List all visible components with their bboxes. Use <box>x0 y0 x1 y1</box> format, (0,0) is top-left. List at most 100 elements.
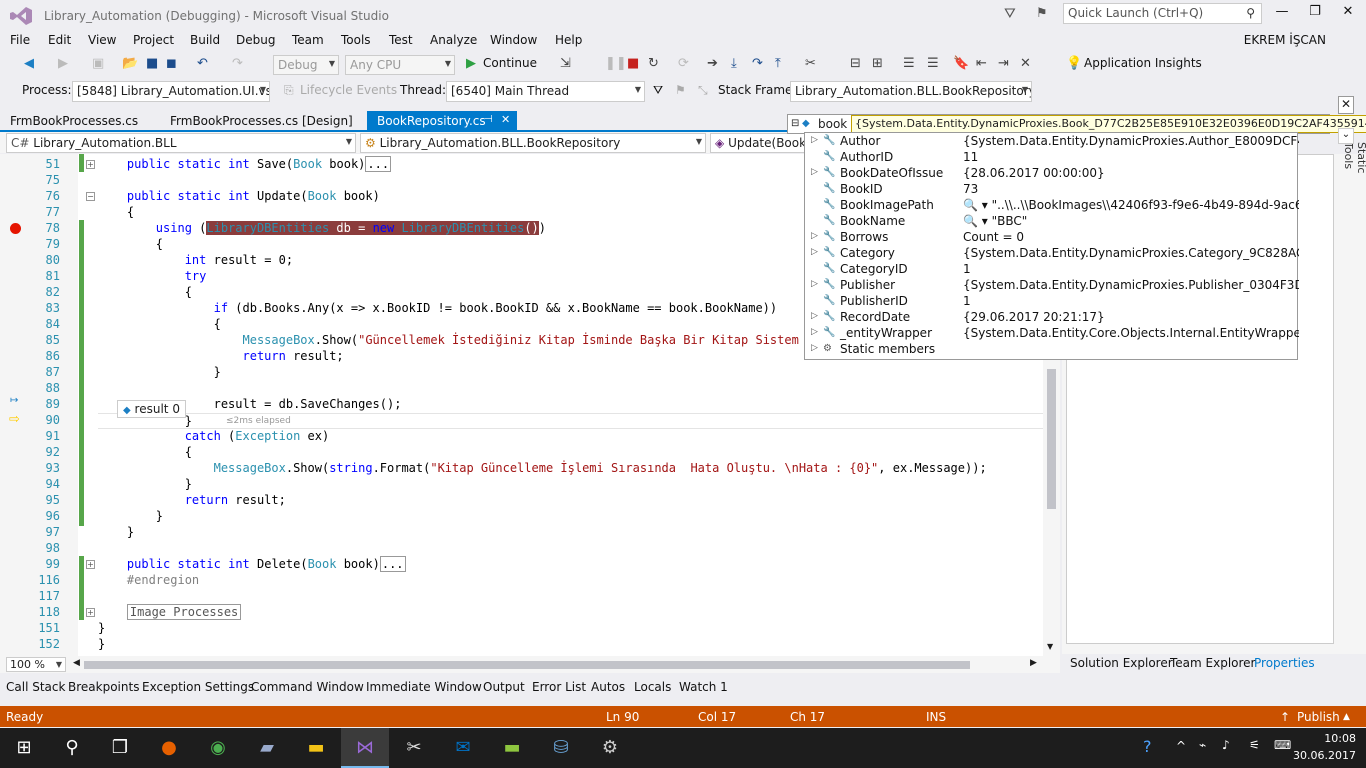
publish-arrow-icon[interactable]: ↑ <box>1280 710 1290 724</box>
tab-team-explorer[interactable]: Team Explorer <box>1170 656 1256 670</box>
breakpoint-toggle-icon[interactable]: ✂ <box>805 56 816 71</box>
help-icon[interactable]: ? <box>1143 737 1152 756</box>
back-icon[interactable]: ◀ <box>24 56 34 71</box>
code-line[interactable]: Image Processes <box>98 604 242 620</box>
indent-icon[interactable]: ☰ <box>903 56 915 71</box>
stop-icon[interactable]: ■ <box>627 56 639 71</box>
member-value[interactable]: 11 <box>963 150 1299 164</box>
comment-icon[interactable]: ⊟ <box>850 56 861 71</box>
firefox-icon[interactable]: ● <box>145 728 193 768</box>
tab-solution-explorer[interactable]: Solution Explorer <box>1070 656 1173 670</box>
code-line[interactable]: public static int Delete(Book book)... <box>98 556 406 572</box>
member-value[interactable]: 🔍 ▾ "BBC" <box>963 214 1299 228</box>
uncomment-icon[interactable]: ⊞ <box>872 56 883 71</box>
sql-icon[interactable]: ⛁ <box>537 728 585 768</box>
code-line[interactable]: public static int Update(Book book) <box>98 189 380 203</box>
member-value[interactable]: {28.06.2017 00:00:00} <box>963 166 1299 180</box>
member-value[interactable]: 1 <box>963 294 1299 308</box>
folder-icon[interactable]: ▬ <box>488 728 536 768</box>
outlook-icon[interactable]: ✉ <box>439 728 487 768</box>
quick-launch-input[interactable]: Quick Launch (Ctrl+Q) ⚲ <box>1063 3 1262 24</box>
tab-frmbookprocesses-cs[interactable]: FrmBookProcesses.cs <box>0 111 148 131</box>
app-insights-icon[interactable]: 💡 <box>1066 56 1082 71</box>
datatip-header[interactable]: ⊟ ◆ book {System.Data.Entity.DynamicProx… <box>787 114 1366 134</box>
clock-time[interactable]: 10:08 <box>1324 732 1356 745</box>
menu-analyze[interactable]: Analyze <box>430 33 477 47</box>
code-line[interactable]: { <box>98 205 134 219</box>
type-dropdown[interactable]: ⚙ Library_Automation.BLL.BookRepository ▼ <box>360 133 706 153</box>
code-line[interactable]: { <box>98 285 192 299</box>
tab-call-stack[interactable]: Call Stack <box>6 680 65 694</box>
datatip-member-row[interactable]: 🔧 BookID 73 <box>805 181 1299 197</box>
expand-region-icon[interactable]: + <box>86 608 95 617</box>
app-icon[interactable]: ▰ <box>243 728 291 768</box>
expand-member-icon[interactable]: ▷ <box>811 231 818 241</box>
member-value[interactable]: {System.Data.Entity.DynamicProxies.Publi… <box>963 278 1299 292</box>
redo-icon[interactable]: ↷ <box>232 56 243 71</box>
zoom-dropdown[interactable]: 100 % ▼ <box>6 657 66 672</box>
breakpoint-icon[interactable] <box>10 223 21 234</box>
member-value[interactable]: {29.06.2017 20:21:17} <box>963 310 1299 324</box>
hot-reload-icon[interactable]: ⟳ <box>678 56 689 71</box>
file-explorer-icon[interactable]: ▬ <box>292 728 340 768</box>
flag-thread-icon[interactable]: ⚑ <box>675 83 686 97</box>
code-line[interactable]: } <box>98 365 221 379</box>
windows-start-icon[interactable]: ⊞ <box>0 728 48 768</box>
collapse-icon[interactable]: ⊟ <box>791 118 799 129</box>
expand-member-icon[interactable]: ▷ <box>811 167 818 177</box>
datatip-member-row[interactable]: 🔧 AuthorID 11 <box>805 149 1299 165</box>
power-icon[interactable]: ⌁ <box>1199 738 1206 752</box>
minimize-button[interactable]: — <box>1268 4 1296 24</box>
expand-datatip-icon[interactable]: ⌄ <box>1338 128 1354 144</box>
process-dropdown[interactable]: [5848] Library_Automation.UI.vshc ▼ <box>72 81 270 102</box>
keyboard-icon[interactable]: ⌨ <box>1274 738 1291 752</box>
app-insights-button[interactable]: Application Insights <box>1084 56 1202 70</box>
code-line[interactable]: { <box>98 237 163 251</box>
prev-bookmark-icon[interactable]: ⇤ <box>976 56 987 71</box>
scroll-left-icon[interactable]: ◀ <box>73 658 80 668</box>
tab-properties[interactable]: Properties <box>1254 656 1315 670</box>
code-line[interactable]: } <box>98 637 105 651</box>
menu-window[interactable]: Window <box>490 33 537 47</box>
pause-icon[interactable]: ❚❚ <box>605 56 627 71</box>
task-view-icon[interactable]: ❐ <box>96 728 144 768</box>
inline-datatip-result[interactable]: ◆ result 0 <box>117 400 186 418</box>
save-all-icon[interactable]: ◼ <box>166 56 177 71</box>
step-into-icon[interactable]: ⤓ <box>731 56 737 71</box>
code-line[interactable]: catch (Exception ex) <box>98 429 330 443</box>
menu-debug[interactable]: Debug <box>236 33 275 47</box>
code-line[interactable]: #endregion <box>98 573 199 587</box>
scroll-right-icon[interactable]: ▶ <box>1030 658 1037 668</box>
bookmark-icon[interactable]: 🔖 <box>953 56 969 71</box>
instruction-pointer-icon[interactable]: ⇨ <box>9 412 20 427</box>
datatip-member-row[interactable]: 🔧 BookName 🔍 ▾ "BBC" <box>805 213 1299 229</box>
expand-member-icon[interactable]: ▷ <box>811 327 818 337</box>
menu-project[interactable]: Project <box>133 33 174 47</box>
member-value[interactable]: 73 <box>963 182 1299 196</box>
expand-member-icon[interactable]: ▷ <box>811 279 818 289</box>
tab-locals[interactable]: Locals <box>634 680 671 694</box>
search-icon[interactable]: ⚲ <box>48 728 96 768</box>
tab-immediate-window[interactable]: Immediate Window <box>366 680 482 694</box>
datatip-member-row[interactable]: ▷ 🔧 Category {System.Data.Entity.DynamicPro… <box>805 245 1299 261</box>
member-value[interactable]: {System.Data.Entity.Core.Objects.Interna… <box>963 326 1299 340</box>
config-dropdown[interactable]: Debug ▼ <box>273 55 339 75</box>
continue-button[interactable]: Continue <box>483 56 537 70</box>
filter-thread-icon[interactable]: ⛛ <box>653 83 663 98</box>
menu-file[interactable]: File <box>10 33 30 47</box>
tab-autos[interactable]: Autos <box>591 680 625 694</box>
datatip-member-row[interactable]: ▷ 🔧 RecordDate {29.06.2017 20:21:17} <box>805 309 1299 325</box>
code-line[interactable]: int result = 0; <box>98 253 293 267</box>
datatip-member-row[interactable]: ▷ 🔧 BookDateOfIssue {28.06.2017 00:00:00} <box>805 165 1299 181</box>
expand-region-icon[interactable]: + <box>86 160 95 169</box>
forward-icon[interactable]: ▶ <box>58 56 68 71</box>
code-line[interactable]: public static int Save(Book book)... <box>98 156 392 172</box>
tab-watch-1[interactable]: Watch 1 <box>679 680 728 694</box>
stack-frame-dropdown[interactable]: Library_Automation.BLL.BookRepository.l ▼ <box>790 81 1032 102</box>
project-dropdown[interactable]: C# Library_Automation.BLL ▼ <box>6 133 356 153</box>
datatip-member-row[interactable]: ▷ 🔧 Publisher {System.Data.Entity.DynamicPr… <box>805 277 1299 293</box>
show-hidden-icons[interactable]: ^ <box>1176 739 1186 753</box>
continue-play-icon[interactable]: ▶ <box>466 56 476 71</box>
code-line[interactable]: return result; <box>98 349 344 363</box>
tools-icon[interactable]: ✂ <box>390 728 438 768</box>
